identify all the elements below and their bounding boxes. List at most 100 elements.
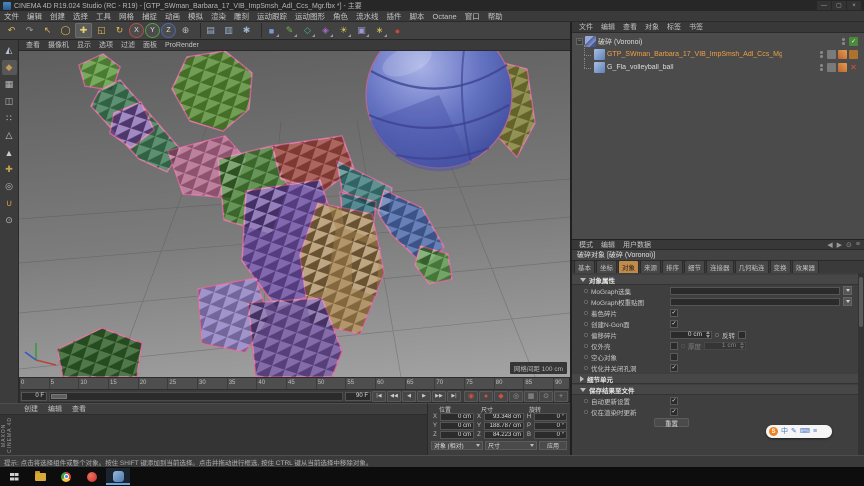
keyframe-dot[interactable] — [584, 321, 588, 326]
keyframe-selection-button[interactable]: ◆ — [494, 390, 508, 402]
size-z-field[interactable]: 84.223 cm — [484, 431, 524, 439]
object-row-barbara-mesh[interactable]: GTP_SWman_Barbara_17_VIB_ImpSmsh_Adl_Ccs… — [572, 45, 864, 61]
selection-tool-icon[interactable]: ↖ — [39, 23, 56, 38]
attribute-tab[interactable]: 来源 — [640, 260, 661, 273]
attribute-tab[interactable]: 基本 — [574, 260, 595, 273]
attribute-tab[interactable]: 排序 — [662, 260, 683, 273]
mograph-icon[interactable]: ◇ — [299, 23, 316, 38]
rotate-tool-icon[interactable]: ↻ — [111, 23, 128, 38]
sogou-logo-icon[interactable]: S — [769, 427, 778, 436]
menu-item[interactable]: 渲染 — [207, 11, 230, 22]
menu-item[interactable]: 模拟 — [184, 11, 207, 22]
menu-item[interactable]: 角色 — [329, 11, 352, 22]
viewport-menu-item[interactable]: 面板 — [140, 40, 160, 50]
taskbar-chrome[interactable] — [54, 468, 78, 485]
keyframe-dot[interactable] — [584, 343, 588, 348]
frame-range-slider[interactable] — [49, 391, 343, 401]
keyframe-dot[interactable] — [584, 409, 588, 414]
goto-start-button[interactable]: |◀ — [372, 390, 386, 402]
object-manager-menu-item[interactable]: 对象 — [642, 22, 662, 32]
add-cube-icon[interactable]: ■ — [263, 23, 280, 38]
render-view-icon[interactable]: ▤ — [202, 23, 219, 38]
object-manager-menu-item[interactable]: 查看 — [620, 22, 640, 32]
scale-tool-icon[interactable]: ◱ — [93, 23, 110, 38]
section-detail[interactable]: 细节单元 — [572, 374, 864, 384]
keyframe-dot[interactable] — [584, 332, 588, 337]
size-x-field[interactable]: 93.348 cm — [484, 413, 524, 421]
workplane-icon[interactable]: ◫ — [2, 94, 17, 109]
render-settings-icon[interactable]: ✱ — [238, 23, 255, 38]
ime-menu-icon[interactable]: ≡ — [813, 428, 817, 435]
menu-item[interactable]: 脚本 — [406, 11, 429, 22]
object-row-volleyball[interactable]: G_Fla_volleyball_ball ✕ — [572, 58, 864, 74]
material-menu-item[interactable]: 编辑 — [44, 404, 66, 414]
pos-z-field[interactable]: 0 cm — [440, 431, 474, 439]
coord-system-icon[interactable]: ⊕ — [177, 23, 194, 38]
coord-size-select[interactable]: 尺寸 — [485, 441, 537, 450]
forward-icon[interactable]: ▶ — [837, 241, 842, 249]
play-button[interactable]: ▶ — [417, 390, 431, 402]
visibility-dots[interactable] — [842, 38, 845, 45]
back-icon[interactable]: ◀ — [827, 241, 832, 249]
axis-mode-icon[interactable]: ✚ — [2, 162, 17, 177]
viewport-3d-canvas[interactable]: 网格间距 100 cm — [19, 51, 570, 377]
menu-item[interactable]: 运动跟踪 — [253, 11, 291, 22]
start-button[interactable] — [2, 468, 26, 485]
material-menu-item[interactable]: 创建 — [20, 404, 42, 414]
material-list-area[interactable] — [0, 415, 427, 455]
pos-x-field[interactable]: 0 cm — [440, 413, 474, 421]
render-update-checkbox[interactable]: ✓ — [670, 407, 678, 416]
rotation-key-toggle[interactable]: ⊙ — [539, 390, 553, 402]
attribute-tab[interactable]: 坐标 — [596, 260, 617, 273]
y-axis-button[interactable]: Y — [145, 23, 160, 38]
attribute-tab[interactable]: 效果器 — [791, 260, 819, 273]
ngons-checkbox[interactable]: ✓ — [670, 319, 678, 328]
colorize-checkbox[interactable]: ✓ — [670, 308, 678, 317]
rot-p-field[interactable]: 0 ° — [534, 422, 567, 430]
range-slider-handle[interactable] — [51, 393, 67, 399]
scrollbar-thumb[interactable] — [859, 277, 863, 327]
visibility-dots[interactable] — [820, 64, 823, 71]
attribute-tab[interactable]: 连接器 — [706, 260, 734, 273]
minimize-button[interactable]: — — [817, 1, 831, 10]
rot-h-field[interactable]: 0 ° — [534, 413, 567, 421]
invert-checkbox[interactable] — [738, 330, 746, 339]
viewport-menu-item[interactable]: 显示 — [74, 40, 94, 50]
pen-spline-icon[interactable]: ✎ — [281, 23, 298, 38]
snap-icon[interactable]: ∪ — [2, 196, 17, 211]
link-picker-button[interactable] — [843, 297, 852, 306]
menu-item[interactable]: 网格 — [115, 11, 138, 22]
light-icon[interactable]: ∗ — [371, 23, 388, 38]
keyframe-dot[interactable] — [584, 398, 588, 403]
deformer-icon[interactable]: ◈ — [317, 23, 334, 38]
ime-pen-icon[interactable]: ✎ — [791, 428, 797, 435]
attribute-tab[interactable]: 对象 — [618, 260, 639, 273]
object-manager-menu-item[interactable]: 编辑 — [598, 22, 618, 32]
close-button[interactable]: × — [847, 1, 861, 10]
timeline-ruler[interactable]: 0 5 10 15 20 25 30 35 40 45 50 55 60 65 70 75 80 85 90 — [19, 377, 570, 390]
attr-menu-mode[interactable]: 模式 — [576, 240, 596, 250]
reset-button[interactable]: 重置 — [654, 418, 689, 428]
auto-update-checkbox[interactable]: ✓ — [670, 396, 678, 405]
attribute-tab[interactable]: 细节 — [684, 260, 705, 273]
hollow-checkbox[interactable] — [670, 352, 678, 361]
make-editable-icon[interactable]: ◭ — [2, 43, 17, 58]
viewport-menu-item[interactable]: 过滤 — [118, 40, 138, 50]
menu-item[interactable]: 工具 — [92, 11, 115, 22]
taskbar-explorer[interactable] — [28, 468, 52, 485]
toolbar-icon[interactable] — [256, 23, 262, 38]
menu-item[interactable]: 创建 — [46, 11, 69, 22]
visibility-dots[interactable] — [820, 51, 823, 58]
toolbar-icon[interactable] — [195, 23, 201, 38]
texture-tag-icon[interactable] — [838, 63, 847, 72]
disabled-x-icon[interactable]: ✕ — [849, 63, 858, 72]
environment-icon[interactable]: ☀ — [335, 23, 352, 38]
panel-menu-icon[interactable]: ≡ — [856, 241, 860, 249]
keyframe-dot[interactable] — [584, 354, 588, 359]
z-axis-button[interactable]: Z — [161, 23, 176, 38]
next-frame-button[interactable]: ▶▶ — [432, 390, 446, 402]
render-region-icon[interactable]: ▥ — [220, 23, 237, 38]
attr-menu-userdata[interactable]: 用户数据 — [620, 240, 654, 250]
object-manager-menu-item[interactable]: 标签 — [664, 22, 684, 32]
redo-icon[interactable]: ↷ — [21, 23, 38, 38]
